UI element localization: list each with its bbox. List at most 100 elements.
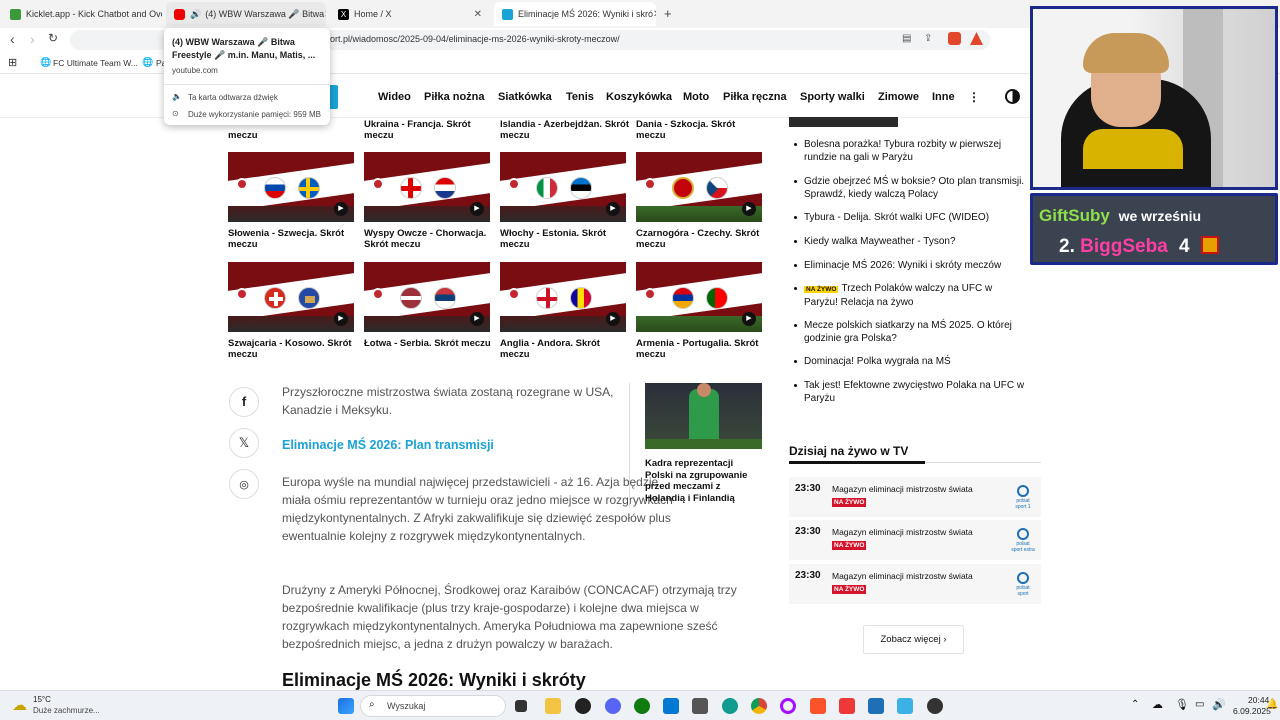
sidebar-news-item[interactable]: Tak jest! Efektowne zwycięstwo Polaka na… <box>794 379 1026 405</box>
nav-item-tenis[interactable]: Tenis <box>566 91 594 103</box>
speaker-icon[interactable]: 🔊 <box>190 9 201 20</box>
related-article-caption[interactable]: Kadra reprezentacji Polski na zgrupowani… <box>645 458 760 504</box>
app-icon[interactable] <box>927 698 943 714</box>
tab-x[interactable]: X Home / X ✕ <box>330 2 490 26</box>
new-tab-button[interactable]: + <box>664 6 672 21</box>
close-tab-icon[interactable]: ✕ <box>324 9 326 20</box>
related-article-image[interactable] <box>645 383 762 449</box>
notifications-icon[interactable]: 🔔 <box>1266 699 1278 710</box>
video-thumbnail[interactable]: ▶ <box>636 262 762 332</box>
tv-schedule-row[interactable]: 23:30 Magazyn eliminacji mistrzostw świa… <box>789 564 1041 604</box>
app-icon[interactable] <box>897 698 913 714</box>
photos-icon[interactable] <box>868 698 884 714</box>
microphone-icon[interactable]: 🎙 <box>1175 698 1189 711</box>
more-menu-icon[interactable]: ⋮ <box>968 90 980 104</box>
video-thumbnail[interactable]: ▶ <box>364 262 490 332</box>
facebook-icon: f <box>241 394 247 409</box>
tab-eliminacje[interactable]: Eliminacje MŚ 2026: Wyniki i skró ✕ <box>494 2 656 26</box>
reload-icon[interactable]: ↻ <box>48 31 58 45</box>
close-tab-icon[interactable]: ✕ <box>474 9 482 20</box>
share-icon[interactable]: ⇪ <box>924 33 932 44</box>
weather-desc[interactable]: Duże zachmurze... <box>33 706 100 715</box>
video-thumbnail[interactable]: ▶ <box>364 152 490 222</box>
article-link-plan-transmisji[interactable]: Eliminacje MŚ 2026: Plan transmisji <box>282 438 494 452</box>
messenger-share-button[interactable]: ◎ <box>229 469 259 499</box>
video-card-title[interactable]: Łotwa - Serbia. Skrót meczu <box>364 338 494 349</box>
video-card-title[interactable]: Włochy - Estonia. Skrót meczu <box>500 228 630 250</box>
channel-logo-icon: polsat sport <box>1011 572 1035 597</box>
video-card-title[interactable]: Słowenia - Szwecja. Skrót meczu <box>228 228 358 250</box>
brave-shield-icon[interactable] <box>948 32 961 45</box>
taskbar-search[interactable]: ⌕ Wyszukaj <box>360 695 506 717</box>
cloud-icon[interactable]: ☁ <box>1152 698 1163 711</box>
opera-icon[interactable] <box>780 698 796 714</box>
nav-item-pilka-nozna[interactable]: Piłka nożna <box>424 91 485 103</box>
nav-item-koszykowka[interactable]: Koszykówka <box>606 91 672 103</box>
sidebar-news-item[interactable]: Dominacja! Polka wygrała na MŚ <box>794 355 1026 368</box>
contrast-toggle-icon[interactable] <box>1005 89 1020 104</box>
overlay-title: GiftSuby <box>1039 206 1110 225</box>
chrome-icon[interactable] <box>751 698 767 714</box>
video-card-title[interactable]: Ukraina - Francja. Skrót meczu <box>364 119 494 141</box>
apps-icon[interactable]: ⊞ <box>8 56 17 69</box>
reader-icon[interactable]: ▤ <box>902 33 911 44</box>
nav-item-siatkowka[interactable]: Siatkówka <box>498 91 552 103</box>
volume-icon[interactable]: 🔊 <box>1212 698 1226 711</box>
obs-icon[interactable] <box>575 698 591 714</box>
back-icon[interactable]: ‹ <box>10 31 15 47</box>
sidebar-news-item[interactable]: Gdzie obejrzeć MŚ w boksie? Oto plan tra… <box>794 175 1026 201</box>
tv-schedule-row[interactable]: 23:30 Magazyn eliminacji mistrzostw świa… <box>789 477 1041 517</box>
file-explorer-icon[interactable] <box>545 698 561 714</box>
kosovo-flag-icon <box>298 287 320 309</box>
sidebar-news-item[interactable]: NA ŻYWO Trzech Polaków walczy na UFC w Pa… <box>794 282 1026 309</box>
video-card-title[interactable]: Anglia - Andora. Skrót meczu <box>500 338 630 360</box>
video-card-title[interactable]: meczu <box>228 130 358 141</box>
nav-item-moto[interactable]: Moto <box>683 91 709 103</box>
sidebar-news-item[interactable]: Bolesna porażka! Tybura rozbity w pierws… <box>794 138 1026 164</box>
sidebar-news-item[interactable]: Eliminacje MŚ 2026: Wyniki i skróty mecz… <box>794 259 1026 272</box>
app-icon[interactable] <box>692 698 708 714</box>
tab-youtube[interactable]: 🔊 (4) WBW Warszawa 🎤 Bitwa ✕ <box>166 2 326 26</box>
video-card-title[interactable]: Szwajcaria - Kosowo. Skrót meczu <box>228 338 358 360</box>
sidebar-news-item[interactable]: Mecze polskich siatkarzy na MŚ 2025. O k… <box>794 319 1026 345</box>
weather-icon[interactable]: ☁ <box>12 696 27 714</box>
tab-kicklet[interactable]: Kicklet.app - Kick Chatbot and Overl <box>2 2 162 26</box>
video-thumbnail[interactable]: ▶ <box>500 152 626 222</box>
network-icon[interactable]: ▭ <box>1195 699 1204 710</box>
nav-item-wideo[interactable]: Wideo <box>378 91 411 103</box>
facebook-share-button[interactable]: f <box>229 387 259 417</box>
brave-icon[interactable] <box>810 698 826 714</box>
edge-icon[interactable] <box>722 698 738 714</box>
forward-icon[interactable]: › <box>30 31 35 47</box>
video-card-title[interactable]: Armenia - Portugalia. Skrót meczu <box>636 338 766 360</box>
video-card-title[interactable]: Dania - Szkocja. Skrót meczu <box>636 119 766 141</box>
nav-item-pilka-reczna[interactable]: Piłka ręczna <box>723 91 787 103</box>
nav-item-inne[interactable]: Inne <box>932 91 955 103</box>
nav-item-sporty-walki[interactable]: Sporty walki <box>800 91 865 103</box>
sidebar-image[interactable] <box>789 117 898 127</box>
task-view-icon[interactable] <box>515 700 527 712</box>
video-thumbnail[interactable]: ▶ <box>228 152 354 222</box>
close-tab-icon[interactable]: ✕ <box>653 9 656 20</box>
sidebar-news-item[interactable]: Kiedy walka Mayweather - Tyson? <box>794 235 1026 248</box>
xbox-icon[interactable] <box>634 698 650 714</box>
video-card-title[interactable]: Islandia - Azerbejdżan. Skrót meczu <box>500 119 630 141</box>
tv-schedule-row[interactable]: 23:30 Magazyn eliminacji mistrzostw świa… <box>789 520 1041 560</box>
weather-temp[interactable]: 15°C <box>33 695 51 704</box>
video-thumbnail[interactable]: ▶ <box>500 262 626 332</box>
chevron-up-icon[interactable]: ⌃ <box>1131 699 1139 710</box>
start-icon[interactable] <box>338 698 354 714</box>
video-thumbnail[interactable]: ▶ <box>636 152 762 222</box>
sidebar-news-item[interactable]: Tybura - Delija. Skrót walki UFC (WIDEO) <box>794 211 1026 224</box>
bookmark-fc-ultimate[interactable]: FC Ultimate Team W... <box>53 58 138 68</box>
video-card-title[interactable]: Wyspy Owcze - Chorwacja. Skrót meczu <box>364 228 494 250</box>
video-card-title[interactable]: Czarnogóra - Czechy. Skrót meczu <box>636 228 766 250</box>
see-more-button[interactable]: Zobacz więcej › <box>863 625 964 654</box>
x-share-button[interactable]: 𝕏 <box>229 428 259 458</box>
article-paragraph: Przyszłoroczne mistrzostwa świata zostan… <box>282 385 614 417</box>
vivaldi-icon[interactable] <box>839 698 855 714</box>
discord-icon[interactable] <box>605 698 621 714</box>
nav-item-zimowe[interactable]: Zimowe <box>878 91 919 103</box>
vscode-icon[interactable] <box>663 698 679 714</box>
video-thumbnail[interactable]: ▶ <box>228 262 354 332</box>
